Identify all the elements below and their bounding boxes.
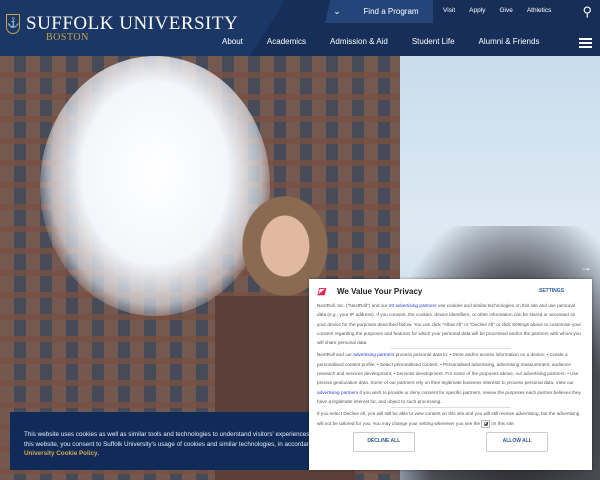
logo[interactable]: ⚓ SUFFOLK UNIVERSITY BOSTON xyxy=(6,14,238,43)
privacy-dialog: ◪ We Value Your Privacy SETTINGS NextRol… xyxy=(309,279,592,470)
nav-student-life[interactable]: Student Life xyxy=(412,37,455,46)
p1-text-2: use cookies and similar technologies on … xyxy=(317,303,582,346)
utility-athletics[interactable]: Athletics xyxy=(527,7,552,14)
advertising-partners-link-2[interactable]: advertising partners xyxy=(353,352,394,357)
find-program-button[interactable]: ⌄ Find a Program xyxy=(325,0,433,23)
p2-text: NextRoll and our xyxy=(317,352,354,358)
next-slide-arrow-icon[interactable]: → xyxy=(580,260,592,274)
cookie-banner: This website uses cookies as well as sim… xyxy=(10,412,310,470)
nextroll-logo-icon: ◪ xyxy=(317,286,326,297)
search-icon[interactable]: ⚲ xyxy=(582,4,592,20)
utility-apply[interactable]: Apply xyxy=(469,7,485,14)
utility-nav: Visit Apply Give Athletics xyxy=(443,7,565,14)
divider xyxy=(390,348,511,350)
utility-visit[interactable]: Visit xyxy=(443,7,455,14)
find-program-label: Find a Program xyxy=(363,7,419,16)
p3-text: If you select Decline All, you will stil… xyxy=(317,411,580,426)
nav-academics[interactable]: Academics xyxy=(267,37,306,46)
privacy-paragraph-3: If you select Decline All, you will stil… xyxy=(317,409,584,428)
cookie-text-1: This website uses cookies as well as sim… xyxy=(24,431,310,438)
advertising-partners-link[interactable]: 20 advertising partners xyxy=(389,303,437,308)
cookie-text-end: . xyxy=(97,450,100,457)
logo-name: SUFFOLK UNIVERSITY xyxy=(26,13,239,34)
nav-alumni-friends[interactable]: Alumni & Friends xyxy=(479,37,540,46)
settings-link[interactable]: SETTINGS xyxy=(539,287,564,296)
utility-give[interactable]: Give xyxy=(499,7,512,14)
nav-admission-aid[interactable]: Admission & Aid xyxy=(330,37,388,46)
privacy-title: We Value Your Privacy xyxy=(337,287,423,297)
decline-all-button[interactable]: DECLINE ALL xyxy=(352,431,415,452)
cookie-policy-link[interactable]: University Cookie Policy xyxy=(24,450,98,457)
allow-all-button[interactable]: ALLOW ALL xyxy=(486,431,549,452)
advertising-partners-link-3[interactable]: advertising partners xyxy=(317,390,358,395)
nextroll-mini-icon: ◪ xyxy=(481,419,490,428)
crest-icon: ⚓ xyxy=(6,14,20,34)
nav-about[interactable]: About xyxy=(222,37,243,46)
privacy-paragraph-1: NextRoll, Inc. ("NextRoll") and our 20 a… xyxy=(317,301,584,347)
p1-text: NextRoll, Inc. ("NextRoll") and our xyxy=(317,303,389,308)
main-nav: About Academics Admission & Aid Student … xyxy=(222,37,563,46)
site-header: ⚓ SUFFOLK UNIVERSITY BOSTON ⌄ Find a Pro… xyxy=(0,0,600,56)
divider xyxy=(390,407,511,409)
cookie-text-2: this website, you consent to Suffolk Uni… xyxy=(24,440,310,448)
privacy-paragraph-2: NextRoll and our advertising partners pr… xyxy=(317,350,584,406)
hamburger-menu-icon[interactable] xyxy=(579,38,592,50)
p3-text-2: on this site. xyxy=(489,420,515,426)
